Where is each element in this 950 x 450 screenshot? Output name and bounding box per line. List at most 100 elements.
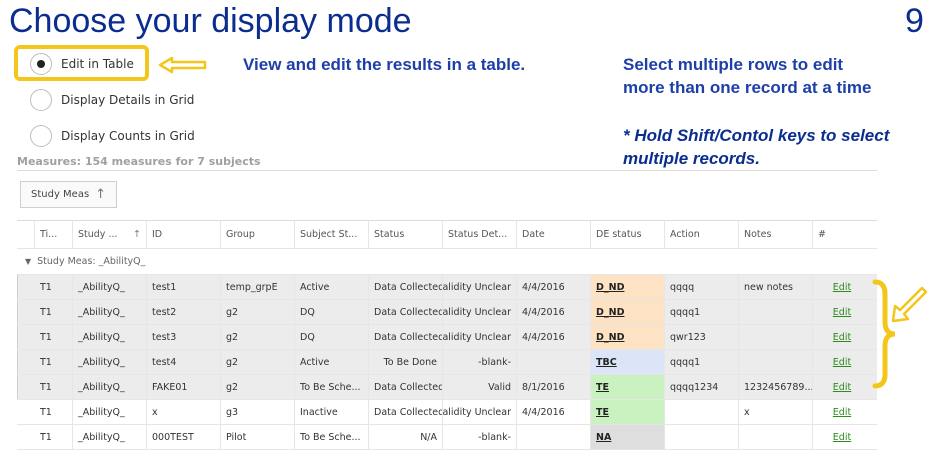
sort-up-arrow-icon: ↑: [95, 187, 107, 202]
edit-link[interactable]: Edit: [813, 325, 871, 349]
cell-action: qqqq1234: [665, 375, 739, 399]
radio-button[interactable]: [30, 125, 52, 147]
cell-study: _AbilityQ_: [73, 425, 147, 449]
cell-de-status[interactable]: D_ND: [591, 325, 665, 349]
cell-study: _AbilityQ_: [73, 275, 147, 299]
edit-link[interactable]: Edit: [813, 400, 871, 424]
de-status-link[interactable]: TE: [596, 382, 609, 393]
table-row[interactable]: T1 _AbilityQ_ test1 temp_grpE Active Dat…: [17, 275, 877, 300]
de-status-link[interactable]: TBC: [596, 357, 617, 368]
de-status-link[interactable]: D_ND: [596, 307, 624, 318]
cell-group: Pilot: [221, 425, 295, 449]
edit-link[interactable]: Edit: [813, 425, 871, 449]
cell-id: test2: [147, 300, 221, 324]
cell-notes: [739, 425, 813, 449]
cell-de-status[interactable]: TE: [591, 400, 665, 424]
cell-study: _AbilityQ_: [73, 325, 147, 349]
cell-action: qwr123: [665, 325, 739, 349]
arrow-left-icon: [158, 56, 207, 74]
cell-action: [665, 400, 739, 424]
cell-de-status[interactable]: TBC: [591, 350, 665, 374]
radio-button[interactable]: [30, 89, 52, 111]
group-by-study-meas-button[interactable]: Study Meas ↑: [20, 181, 118, 208]
table-row[interactable]: T1 _AbilityQ_ test3 g2 DQ Data Collected…: [17, 325, 877, 350]
cell-notes: 1232456789...: [739, 375, 813, 399]
cell-group: g2: [221, 325, 295, 349]
cell-date: 4/4/2016: [517, 400, 591, 424]
results-grid: Ti... Study ... ↑ ID Group Subject St...…: [17, 220, 877, 450]
cell-status-detail: Validity Unclear: [443, 300, 517, 324]
page-number: 9: [905, 2, 924, 40]
table-row[interactable]: T1 _AbilityQ_ x g3 Inactive Data Collect…: [17, 400, 877, 425]
table-row[interactable]: T1 _AbilityQ_ FAKE01 g2 To Be Sche... Da…: [17, 375, 877, 400]
cell-group: g2: [221, 300, 295, 324]
cell-ti: T1: [35, 350, 73, 374]
edit-link[interactable]: Edit: [813, 375, 871, 399]
cell-subject-status: Active: [295, 350, 369, 374]
edit-link[interactable]: Edit: [813, 300, 871, 324]
cell-notes: [739, 325, 813, 349]
cell-status: Data Collected: [369, 375, 443, 399]
cell-date: 4/4/2016: [517, 275, 591, 299]
cell-de-status[interactable]: TE: [591, 375, 665, 399]
cell-status: Data Collected: [369, 275, 443, 299]
cell-subject-status: To Be Sche...: [295, 375, 369, 399]
column-header-date[interactable]: Date: [517, 221, 591, 248]
cell-id: 000TEST: [147, 425, 221, 449]
cell-status: Data Collected: [369, 300, 443, 324]
view-edit-note: View and edit the results in a table.: [243, 55, 526, 74]
radio-display-counts-in-grid[interactable]: Display Counts in Grid: [30, 125, 195, 147]
grid-header-row: Ti... Study ... ↑ ID Group Subject St...…: [17, 221, 877, 249]
cell-action: [665, 425, 739, 449]
column-header-study[interactable]: Study ... ↑: [73, 221, 147, 248]
cell-id: test1: [147, 275, 221, 299]
cell-notes: [739, 300, 813, 324]
column-header-group[interactable]: Group: [221, 221, 295, 248]
cell-date: [517, 425, 591, 449]
cell-date: [517, 350, 591, 374]
cell-ti: T1: [35, 375, 73, 399]
cell-status: To Be Done: [369, 350, 443, 374]
column-header-count[interactable]: #: [813, 221, 871, 248]
column-header-action[interactable]: Action: [665, 221, 739, 248]
cell-study: _AbilityQ_: [73, 400, 147, 424]
cell-de-status[interactable]: D_ND: [591, 300, 665, 324]
cell-subject-status: To Be Sche...: [295, 425, 369, 449]
radio-button-checked[interactable]: [30, 53, 52, 75]
de-status-link[interactable]: D_ND: [596, 332, 624, 343]
column-header-ti[interactable]: Ti...: [35, 221, 73, 248]
column-header-notes[interactable]: Notes: [739, 221, 813, 248]
cell-id: x: [147, 400, 221, 424]
de-status-link[interactable]: TE: [596, 407, 609, 418]
column-header-status-detail[interactable]: Status Det...: [443, 221, 517, 248]
row-handle-header: [17, 221, 35, 248]
radio-display-details-in-grid[interactable]: Display Details in Grid: [30, 89, 194, 111]
hold-keys-note-line2: multiple records.: [623, 149, 760, 168]
cell-subject-status: DQ: [295, 325, 369, 349]
divider: [17, 170, 877, 171]
select-multiple-note-line2: more than one record at a time: [623, 78, 872, 97]
column-header-status[interactable]: Status: [369, 221, 443, 248]
radio-label: Edit in Table: [61, 57, 134, 71]
column-header-de-status[interactable]: DE status: [591, 221, 665, 248]
table-row[interactable]: T1 _AbilityQ_ 000TEST Pilot To Be Sche..…: [17, 425, 877, 450]
cell-ti: T1: [35, 300, 73, 324]
cell-de-status[interactable]: NA: [591, 425, 665, 449]
group-row[interactable]: ▼ Study Meas: _AbilityQ_: [17, 249, 877, 275]
cell-id: FAKE01: [147, 375, 221, 399]
edit-link[interactable]: Edit: [813, 350, 871, 374]
column-header-id[interactable]: ID: [147, 221, 221, 248]
edit-link[interactable]: Edit: [813, 275, 871, 299]
cell-notes: [739, 350, 813, 374]
collapse-triangle-icon[interactable]: ▼: [25, 257, 31, 266]
de-status-link[interactable]: NA: [596, 432, 611, 443]
cell-de-status[interactable]: D_ND: [591, 275, 665, 299]
table-row[interactable]: T1 _AbilityQ_ test4 g2 Active To Be Done…: [17, 350, 877, 375]
cell-subject-status: DQ: [295, 300, 369, 324]
cell-group: g2: [221, 350, 295, 374]
de-status-link[interactable]: D_ND: [596, 282, 624, 293]
radio-edit-in-table[interactable]: Edit in Table: [30, 53, 134, 75]
table-row[interactable]: T1 _AbilityQ_ test2 g2 DQ Data Collected…: [17, 300, 877, 325]
column-header-subject-status[interactable]: Subject St...: [295, 221, 369, 248]
cell-group: g2: [221, 375, 295, 399]
